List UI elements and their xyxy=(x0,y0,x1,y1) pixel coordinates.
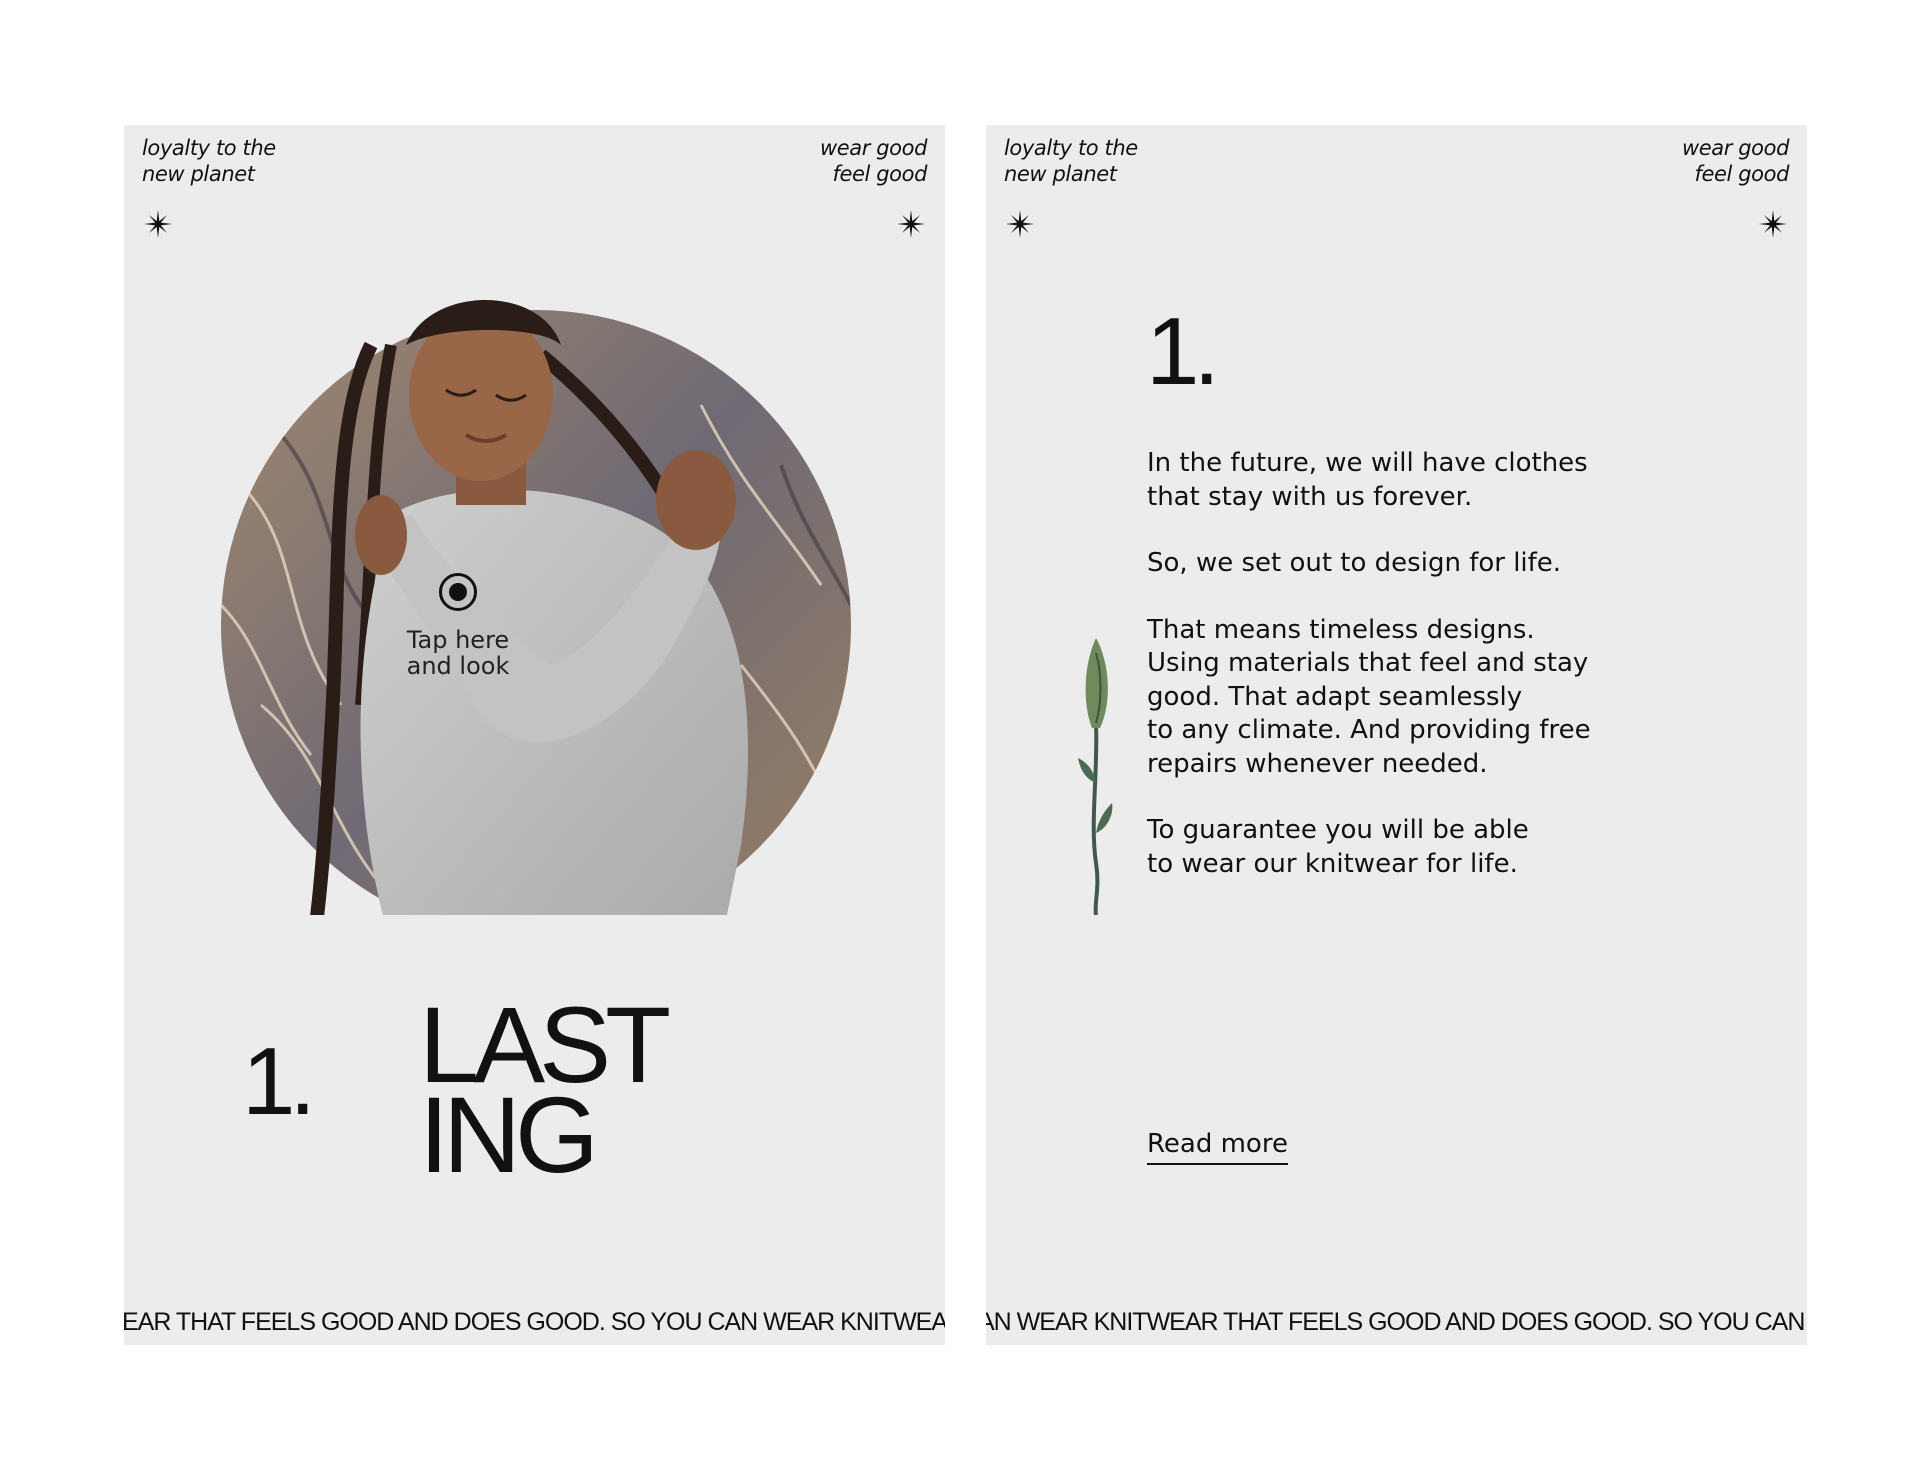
tagline-line: new planet xyxy=(142,162,255,186)
tap-label-line: and look xyxy=(406,652,510,680)
sparkle-star-icon xyxy=(144,210,172,238)
copy-line: That means timeless designs. xyxy=(1147,614,1535,645)
copy-line: repairs whenever needed. xyxy=(1147,748,1488,779)
tagline-line: wear good xyxy=(1681,136,1789,160)
tagline-right: wear good feel good xyxy=(1682,135,1789,187)
marquee-ticker: EAR THAT FEELS GOOD AND DOES GOOD. SO YO… xyxy=(124,1308,945,1336)
paragraph: To guarantee you will be able to wear ou… xyxy=(1147,814,1647,881)
tap-label: Tap here and look xyxy=(391,627,525,679)
tagline-right: wear good feel good xyxy=(820,135,927,187)
poster-panel-lasting: loyalty to the new planet wear good feel… xyxy=(124,125,945,1345)
copy-line: To guarantee you will be able xyxy=(1147,815,1529,845)
copy-line: So, we set out to design for life. xyxy=(1147,548,1562,578)
tagline-line: wear good xyxy=(819,136,927,160)
tagline-line: loyalty to the xyxy=(1004,136,1138,160)
paragraph: So, we set out to design for life. xyxy=(1147,547,1647,581)
copy-line: to any climate. And providing free xyxy=(1147,715,1591,745)
section-number: 1. xyxy=(242,1028,316,1135)
marquee-ticker: AN WEAR KNITWEAR THAT FEELS GOOD AND DOE… xyxy=(986,1308,1807,1336)
target-dot-center xyxy=(449,583,467,601)
flower-bud-illustration xyxy=(1078,638,1113,915)
sparkle-star-icon xyxy=(1006,210,1034,238)
body-copy: In the future, we will have clothes that… xyxy=(1147,447,1647,914)
hero-image xyxy=(221,300,851,915)
tagline-line: feel good xyxy=(832,162,928,186)
sparkle-star-icon xyxy=(1759,210,1787,238)
tagline-left: loyalty to the new planet xyxy=(142,135,276,187)
copy-line: that stay with us forever. xyxy=(1147,481,1473,512)
paragraph: That means timeless designs. Using mater… xyxy=(1147,614,1647,782)
section-title: LAST ING xyxy=(419,991,671,1189)
copy-line: to wear our knitwear for life. xyxy=(1147,848,1518,879)
read-more-link[interactable]: Read more xyxy=(1147,1129,1288,1165)
tagline-line: feel good xyxy=(1694,162,1790,186)
tap-hotspot[interactable]: Tap here and look xyxy=(391,573,531,683)
sparkle-star-icon xyxy=(897,210,925,238)
paragraph: In the future, we will have clothes that… xyxy=(1147,447,1647,514)
tap-label-line: Tap here xyxy=(406,626,510,654)
section-number: 1. xyxy=(1146,298,1220,405)
copy-line: Using materials that feel and stay xyxy=(1147,648,1589,678)
tagline-line: loyalty to the xyxy=(142,136,276,160)
poster-panel-detail: loyalty to the new planet wear good feel… xyxy=(986,125,1807,1345)
copy-line: good. That adapt seamlessly xyxy=(1147,681,1523,712)
copy-line: In the future, we will have clothes xyxy=(1147,448,1588,478)
tagline-left: loyalty to the new planet xyxy=(1004,135,1138,187)
tagline-line: new planet xyxy=(1004,162,1117,186)
